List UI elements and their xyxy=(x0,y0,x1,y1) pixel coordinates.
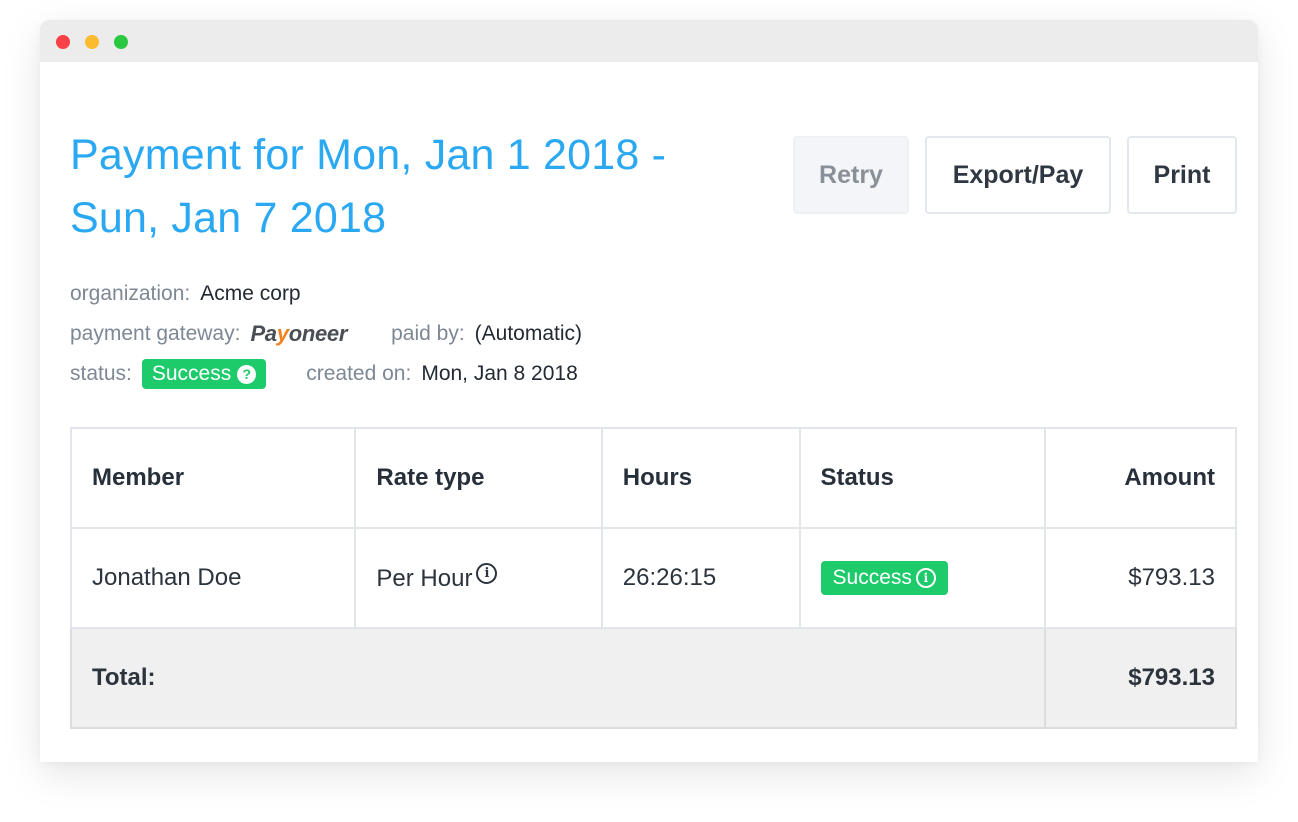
organization-row: organization: Acme corp xyxy=(70,274,582,314)
hours-cell: 26:26:15 xyxy=(600,527,801,629)
gateway-label: payment gateway: xyxy=(70,322,241,345)
amount-cell: $793.13 xyxy=(1044,527,1237,629)
total-amount: $793.13 xyxy=(1044,627,1237,729)
column-header-status: Status xyxy=(798,427,1047,529)
status-badge-text: Success xyxy=(151,362,232,385)
column-header-rate-type: Rate type xyxy=(354,427,603,529)
organization-value: Acme corp xyxy=(200,282,301,305)
status-badge-text: Success xyxy=(832,566,912,589)
payment-table: Member Rate type Hours Status Amount Jon… xyxy=(69,427,1237,729)
paid-by-label: paid by: xyxy=(391,322,465,345)
app-window: Payment for Mon, Jan 1 2018 - Sun, Jan 7… xyxy=(40,20,1258,762)
created-on-value: Mon, Jan 8 2018 xyxy=(421,362,578,385)
payoneer-logo-swoosh: y xyxy=(276,321,289,346)
payoneer-logo-part: Pa xyxy=(250,321,277,346)
status-badge: Success ? xyxy=(141,359,267,389)
status-label: status: xyxy=(70,362,132,385)
total-row: Total: $793.13 xyxy=(69,627,1237,729)
created-on-label: created on: xyxy=(306,362,412,385)
column-header-member: Member xyxy=(69,427,357,529)
payment-meta: organization: Acme corp payment gateway:… xyxy=(70,274,582,394)
rate-type-cell: Per Hour i xyxy=(354,527,603,629)
member-cell: Jonathan Doe xyxy=(69,527,357,629)
organization-label: organization: xyxy=(70,282,191,305)
column-header-amount: Amount xyxy=(1044,427,1237,529)
payoneer-logo-part: oneer xyxy=(288,321,348,346)
payment-detail: Payment for Mon, Jan 1 2018 - Sun, Jan 7… xyxy=(69,62,1237,762)
status-cell: Success i xyxy=(798,527,1047,629)
payoneer-logo: Payoneer xyxy=(250,321,347,347)
rate-type-text: Per Hour xyxy=(376,565,473,592)
total-label: Total: xyxy=(69,627,1047,729)
export-pay-button[interactable]: Export/Pay xyxy=(925,136,1111,214)
minimize-window-button[interactable] xyxy=(85,35,99,49)
title-bar xyxy=(40,20,1258,62)
print-button[interactable]: Print xyxy=(1127,136,1237,214)
column-header-hours: Hours xyxy=(600,427,801,529)
info-icon[interactable]: i xyxy=(476,563,498,584)
gateway-row: payment gateway: Payoneer paid by: (Auto… xyxy=(70,314,582,354)
maximize-window-button[interactable] xyxy=(114,35,128,49)
help-icon[interactable]: ? xyxy=(237,364,257,384)
status-row: status: Success ? created on: Mon, Jan 8… xyxy=(70,354,582,394)
retry-button[interactable]: Retry xyxy=(793,136,909,214)
info-icon[interactable]: i xyxy=(915,568,936,588)
page-title: Payment for Mon, Jan 1 2018 - Sun, Jan 7… xyxy=(70,131,667,242)
status-badge: Success i xyxy=(820,561,948,595)
action-toolbar: Retry Export/Pay Print xyxy=(793,136,1237,214)
table-header-row: Member Rate type Hours Status Amount xyxy=(69,427,1237,529)
table-row: Jonathan Doe Per Hour i 26:26:15 Success i… xyxy=(69,527,1237,629)
close-window-button[interactable] xyxy=(56,35,70,49)
paid-by-value: (Automatic) xyxy=(474,322,583,345)
